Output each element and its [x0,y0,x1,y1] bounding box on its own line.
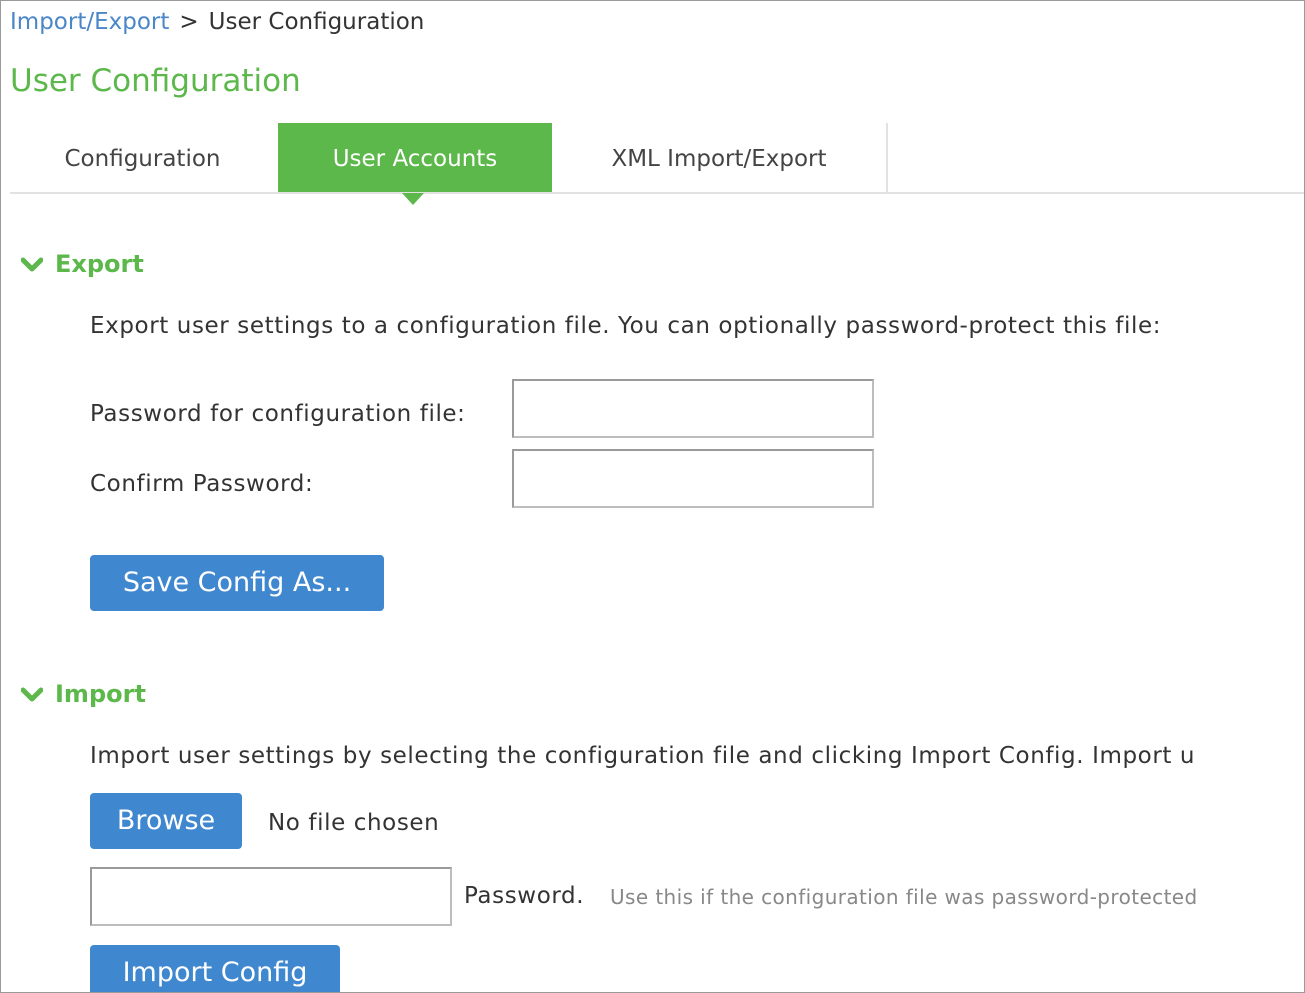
import-config-button[interactable]: Import Config [90,945,340,992]
tab-configuration[interactable]: Configuration [10,123,275,193]
tab-user-accounts[interactable]: User Accounts [278,123,552,193]
import-password-input[interactable] [90,867,452,926]
confirm-password-label: Confirm Password: [90,471,314,497]
page-frame: Import/Export > User Configuration User Co… [0,0,1305,993]
import-heading: Import [55,680,146,708]
breadcrumb-current: User Configuration [208,9,425,35]
import-password-label: Password. [464,883,585,909]
breadcrumb: Import/Export > User Configuration [10,7,424,37]
save-config-button[interactable]: Save Config As... [90,555,384,611]
active-tab-indicator [402,193,424,205]
tab-xml-import-export[interactable]: XML Import/Export [552,123,888,193]
tab-bar-divider [10,192,1304,194]
export-description: Export user settings to a configuration … [90,313,1162,339]
chevron-down-icon [20,680,44,710]
import-password-hint: Use this if the configuration file was p… [610,885,1198,909]
import-section-header[interactable]: Import [20,679,146,710]
file-status: No file chosen [268,810,440,836]
page-title: User Configuration [10,63,301,99]
import-description: Import user settings by selecting the co… [90,743,1196,769]
breadcrumb-separator: > [179,9,199,35]
browse-button[interactable]: Browse [90,793,242,849]
confirm-password-input[interactable] [512,449,874,508]
export-password-label: Password for configuration file: [90,401,466,427]
breadcrumb-link-import-export[interactable]: Import/Export [10,9,169,35]
chevron-down-icon [20,250,44,280]
export-section-header[interactable]: Export [20,249,144,280]
tab-bar: Configuration User Accounts XML Import/E… [10,123,1304,193]
export-password-input[interactable] [512,379,874,438]
export-heading: Export [55,250,144,278]
